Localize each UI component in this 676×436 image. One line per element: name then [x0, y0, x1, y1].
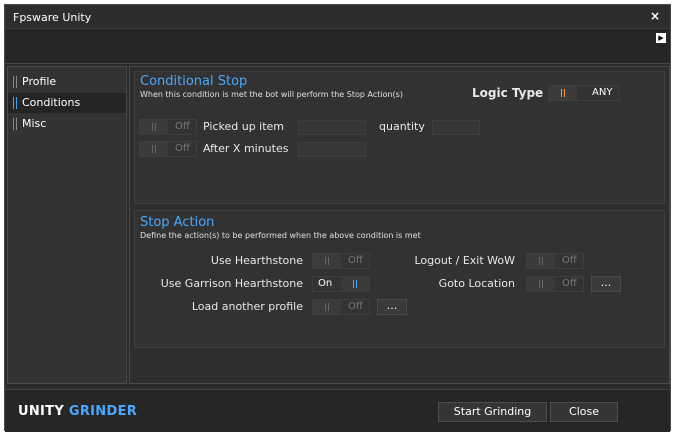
toggle-knob	[313, 300, 341, 314]
sidebar-item-label: Misc	[22, 117, 47, 130]
title-bar: Fpsware Unity ×	[5, 5, 670, 29]
toggle-state: Off	[175, 121, 190, 132]
section-title: Stop Action	[140, 215, 215, 230]
logic-type-label: Logic Type	[472, 86, 544, 100]
toggle-state: Off	[562, 255, 577, 266]
toggle-state: Off	[562, 278, 577, 289]
toggle-state: Off	[348, 255, 363, 266]
grip-icon	[539, 257, 543, 265]
quantity-label: quantity	[379, 120, 425, 133]
use-hearthstone-toggle[interactable]: Off	[312, 253, 370, 269]
grip-icon	[13, 97, 17, 109]
grip-icon	[561, 89, 565, 97]
picked-up-item-label: Picked up item	[203, 120, 285, 133]
minutes-input[interactable]	[298, 142, 366, 157]
toggle-knob	[140, 142, 168, 156]
stop-action-section: Stop Action Define the action(s) to be p…	[134, 210, 665, 348]
use-garrison-hearthstone-toggle[interactable]: On	[312, 276, 370, 292]
sidebar-item-label: Profile	[22, 75, 57, 88]
grip-icon	[152, 145, 156, 153]
picked-up-item-toggle[interactable]: Off	[139, 119, 197, 135]
toggle-state: On	[318, 278, 333, 289]
brand-part1: UNITY	[18, 404, 65, 419]
load-another-profile-label: Load another profile	[191, 300, 303, 313]
logout-exit-toggle[interactable]: Off	[526, 253, 584, 269]
use-hearthstone-label: Use Hearthstone	[210, 254, 303, 267]
grip-icon	[325, 257, 329, 265]
grip-icon	[13, 76, 17, 88]
toggle-state: Off	[348, 301, 363, 312]
chevron-right-icon[interactable]: ▶	[656, 33, 666, 43]
footer: UNITY GRINDER Start Grinding Close	[5, 389, 670, 432]
toggle-knob	[549, 86, 577, 100]
section-title: Conditional Stop	[140, 74, 248, 89]
main-panel: Conditional Stop When this condition is …	[129, 66, 670, 384]
logic-type-value: ANY	[592, 87, 613, 98]
logout-exit-label: Logout / Exit WoW	[414, 254, 515, 267]
grip-icon	[13, 118, 17, 130]
sidebar: Profile Conditions Misc	[7, 66, 127, 384]
after-x-minutes-label: After X minutes	[203, 142, 289, 155]
after-x-minutes-toggle[interactable]: Off	[139, 141, 197, 157]
toggle-knob	[527, 277, 555, 291]
grip-icon	[152, 123, 156, 131]
item-input[interactable]	[298, 120, 366, 135]
close-button[interactable]: Close	[550, 402, 618, 422]
sidebar-item-misc[interactable]: Misc	[8, 114, 126, 134]
toggle-knob	[527, 254, 555, 268]
sidebar-item-profile[interactable]: Profile	[8, 72, 126, 92]
brand-logo: UNITY GRINDER	[18, 404, 137, 419]
conditional-stop-section: Conditional Stop When this condition is …	[134, 71, 665, 204]
section-description: When this condition is met the bot will …	[140, 90, 403, 99]
toggle-knob	[140, 120, 168, 134]
grip-icon	[353, 280, 357, 288]
sidebar-item-label: Conditions	[22, 96, 81, 109]
start-grinding-button[interactable]: Start Grinding	[438, 402, 547, 422]
app-window: Fpsware Unity × ▶ Profile Conditions Mis…	[4, 4, 671, 432]
load-another-profile-toggle[interactable]: Off	[312, 299, 370, 315]
toggle-state: Off	[175, 143, 190, 154]
grip-icon	[539, 280, 543, 288]
quantity-input[interactable]	[432, 120, 480, 135]
section-description: Define the action(s) to be performed whe…	[140, 231, 421, 240]
goto-location-toggle[interactable]: Off	[526, 276, 584, 292]
brand-part2: GRINDER	[68, 404, 138, 419]
browse-profile-button[interactable]: ...	[377, 299, 407, 315]
logic-type-toggle[interactable]: ANY	[548, 85, 620, 101]
grip-icon	[325, 303, 329, 311]
use-garrison-hearthstone-label: Use Garrison Hearthstone	[160, 277, 303, 290]
close-icon[interactable]: ×	[650, 9, 660, 23]
toggle-knob	[341, 277, 369, 291]
window-title: Fpsware Unity	[13, 11, 92, 24]
goto-location-label: Goto Location	[438, 277, 515, 290]
top-strip	[5, 29, 670, 64]
toggle-knob	[313, 254, 341, 268]
sidebar-item-conditions[interactable]: Conditions	[8, 93, 126, 113]
browse-location-button[interactable]: ...	[591, 276, 621, 292]
